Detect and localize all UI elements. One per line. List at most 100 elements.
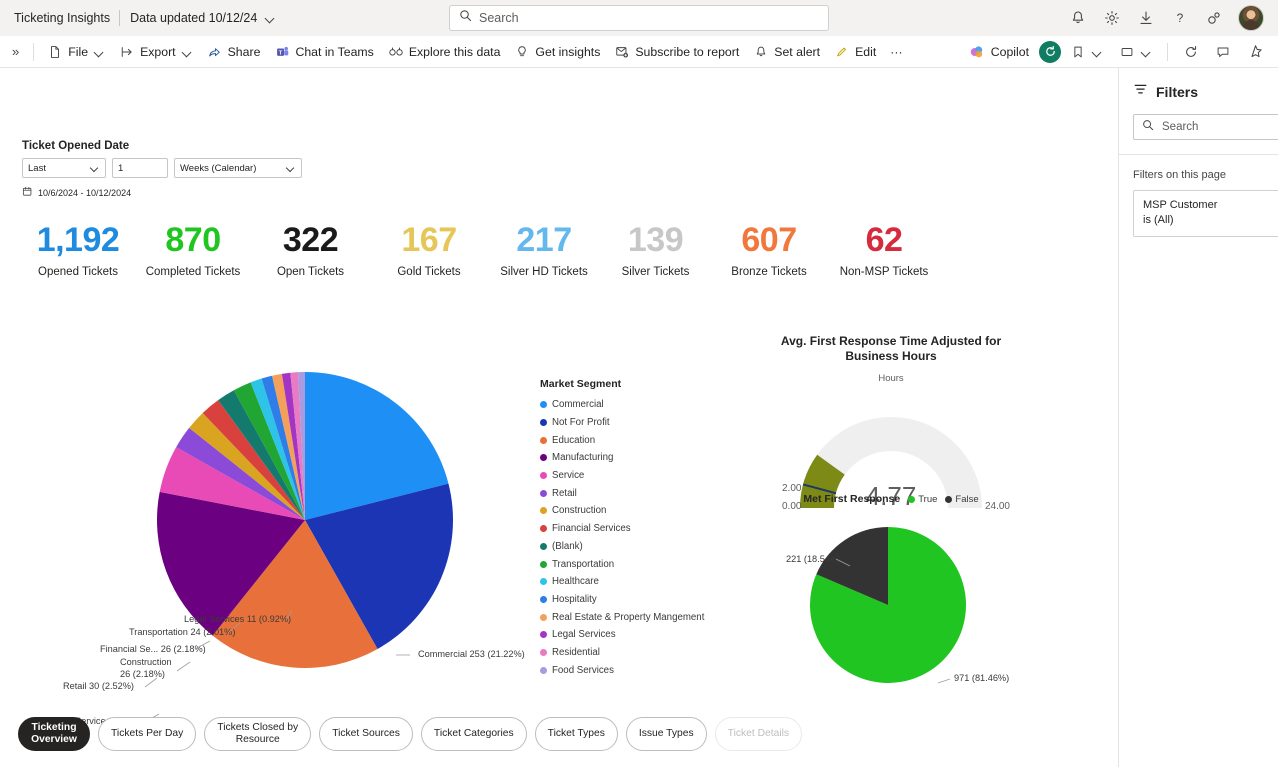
search-icon [1142,118,1154,136]
kpi-value: 217 [516,221,572,259]
kpi-card[interactable]: 139 Silver Tickets [599,221,712,277]
settings-gear-icon[interactable] [1102,8,1122,28]
legend-item[interactable]: Financial Services [540,520,710,538]
legend-label: Healthcare [552,576,599,588]
title-bar-left: Ticketing Insights Data updated 10/12/24 [10,10,276,26]
chevron-down-icon [1140,46,1152,58]
met-first-response-pie-svg[interactable]: 221 (18.54%) 971 (81.46%) [760,509,1022,704]
user-avatar[interactable] [1238,5,1264,31]
filter-field-name: MSP Customer [1143,199,1218,211]
legend-item[interactable]: Not For Profit [540,414,710,432]
legend-dot [540,595,547,603]
relative-date-mode-select[interactable]: Last [22,158,106,178]
view-button[interactable] [1112,39,1159,65]
legend-item[interactable]: Legal Services [540,626,710,644]
legend-item[interactable]: Commercial [540,396,710,414]
reset-icon[interactable] [1039,40,1061,63]
legend-item[interactable]: Retail [540,484,710,502]
copilot-button[interactable]: Copilot [961,39,1037,65]
kpi-card[interactable]: 167 Gold Tickets [369,222,489,277]
kpi-value: 607 [741,221,797,259]
global-search[interactable] [449,5,829,31]
search-input[interactable] [479,11,819,25]
download-icon[interactable] [1136,8,1156,28]
chevron-down-icon [90,163,100,173]
kpi-card[interactable]: 217 Silver HD Tickets [489,221,599,278]
kpi-card[interactable]: 870 Completed Tickets [134,222,252,277]
page-tab-label: Tickets Closed by [217,721,299,733]
kpi-label: Silver HD Tickets [500,265,588,278]
bookmark-icon [1070,44,1086,60]
legend-item[interactable]: (Blank) [540,538,710,556]
notification-bell-icon[interactable] [1068,8,1088,28]
comment-button[interactable] [1208,39,1238,65]
file-button[interactable]: File [40,39,112,65]
kpi-label: Non-MSP Tickets [839,265,929,278]
relative-date-unit-select[interactable]: Weeks (Calendar) [174,158,302,178]
kpi-row: 1,192 Opened Tickets 870 Completed Tickets 3… [22,221,1022,278]
subscribe-to-report-button[interactable]: Subscribe to report [607,39,746,65]
share-label: Share [227,44,261,59]
title-bar-actions: ? [1068,5,1268,31]
data-updated-dropdown[interactable]: Data updated 10/12/24 [120,11,276,25]
legend-item[interactable]: Education [540,431,710,449]
legend-items: Commercial Not For Profit Education Manufac… [540,396,710,679]
more-options-button[interactable]: ··· [883,39,909,65]
chat-in-teams-button[interactable]: T Chat in Teams [267,39,380,65]
legend-item[interactable]: Construction [540,502,710,520]
legend-item[interactable]: Healthcare [540,573,710,591]
export-label: Export [140,44,176,59]
page-tab[interactable]: Tickets Per Day [98,717,197,751]
page-tab[interactable]: Ticket Types [534,717,618,751]
kpi-card[interactable]: 62 Non-MSP Tickets [826,222,942,278]
gauge-body[interactable]: 2.00 0.00 24.00 4.77 [760,388,1022,512]
favorite-star-icon[interactable] [1240,39,1270,65]
relative-date-count-input[interactable]: 1 [112,158,168,178]
filter-card[interactable]: MSP Customer is (All) [1133,190,1278,237]
export-button[interactable]: Export [112,39,200,65]
kpi-label: Open Tickets [276,265,345,278]
page-tab[interactable]: Ticketing Overview [18,717,90,751]
share-button[interactable]: Share [200,39,268,65]
legend-item[interactable]: Food Services [540,661,710,679]
pie-leader-line [937,678,951,684]
filters-pane: Filters » Filters on this page ··· MSP C… [1118,68,1278,767]
calendar-icon [22,186,33,199]
legend-item[interactable]: Real Estate & Property Mangement [540,608,710,626]
explore-this-data-button[interactable]: Explore this data [381,39,508,65]
page-tab[interactable]: Tickets Closed by Resource [204,717,312,751]
filters-search-input[interactable] [1162,121,1278,133]
feedback-icon[interactable] [1204,8,1224,28]
legend-label-true: True [918,493,938,505]
set-alert-button[interactable]: Set alert [746,39,827,65]
legend-item[interactable]: Residential [540,644,710,662]
legend-item-true[interactable]: True [908,494,937,505]
page-tab[interactable]: Issue Types [625,717,707,751]
page-tab[interactable]: Ticket Categories [420,717,527,751]
edit-button[interactable]: Edit [827,39,883,65]
data-updated-label: Data updated 10/12/24 [130,11,258,25]
kpi-value: 322 [282,221,339,259]
legend-label: Construction [552,505,607,517]
kpi-card[interactable]: 607 Bronze Tickets [712,221,826,277]
bookmark-button[interactable] [1063,39,1110,65]
toolbar-expand-icon[interactable]: » [8,44,27,59]
legend-item[interactable]: Transportation [540,555,710,573]
kpi-label: Opened Tickets [38,265,118,278]
copilot-label: Copilot [990,44,1029,59]
legend-item[interactable]: Hospitality [540,591,710,609]
filters-search[interactable] [1133,114,1278,140]
page-tab[interactable]: Ticket Sources [319,717,413,751]
get-insights-button[interactable]: Get insights [507,39,607,65]
alert-bell-icon [753,44,769,60]
legend-item[interactable]: Manufacturing [540,449,710,467]
refresh-button[interactable] [1176,39,1206,65]
help-question-icon[interactable]: ? [1170,8,1190,28]
kpi-value: 139 [627,221,684,259]
kpi-card[interactable]: 322 Open Tickets [252,221,369,278]
legend-label: Manufacturing [552,452,614,464]
report-title[interactable]: Ticketing Insights [10,11,119,25]
legend-item-false[interactable]: False [945,494,979,505]
kpi-card[interactable]: 1,192 Opened Tickets [22,222,134,278]
legend-item[interactable]: Service [540,467,710,485]
